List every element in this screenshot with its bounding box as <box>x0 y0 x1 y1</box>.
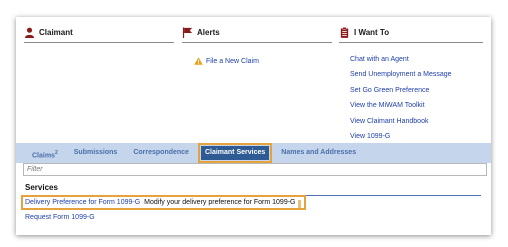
tab-names-addresses[interactable]: Names and Addresses <box>273 143 364 163</box>
person-icon <box>24 27 35 38</box>
file-new-claim-label: File a New Claim <box>206 57 259 65</box>
miwam-toolkit-link[interactable]: View the MiWAM Toolkit <box>350 101 452 116</box>
tab-bar: Claims2 Submissions Correspondence Claim… <box>16 143 491 163</box>
dashboard-card: Claimant Alerts File a New Claim I Want … <box>16 17 491 235</box>
iwant-panel-header: I Want To <box>339 25 389 39</box>
tab-claims-count: 2 <box>54 150 58 156</box>
delivery-preference-link[interactable]: Delivery Preference for Form 1099-G <box>25 199 140 206</box>
filter-input[interactable]: Filter <box>23 163 487 176</box>
tab-claims-label: Claims <box>32 152 55 160</box>
iwant-title: I Want To <box>354 27 390 37</box>
warning-icon <box>194 57 203 65</box>
clipboard-icon <box>340 26 349 38</box>
cursor-caret <box>298 200 301 208</box>
services-heading: Services <box>25 183 58 192</box>
request-1099g-link[interactable]: Request Form 1099-G <box>25 214 95 221</box>
alerts-panel-header: Alerts <box>182 25 220 39</box>
alerts-title: Alerts <box>197 27 220 37</box>
claimant-divider <box>24 42 174 43</box>
claimant-panel-header: Claimant <box>24 25 73 39</box>
chat-agent-link[interactable]: Chat with an Agent <box>350 55 452 70</box>
service-row-delivery-preference: Delivery Preference for Form 1099-G Modi… <box>21 195 306 210</box>
file-new-claim-link[interactable]: File a New Claim <box>194 57 259 65</box>
alerts-divider <box>182 42 332 43</box>
claimant-title: Claimant <box>39 27 73 37</box>
tab-correspondence[interactable]: Correspondence <box>125 143 197 163</box>
claimant-handbook-link[interactable]: View Claimant Handbook <box>350 117 452 132</box>
iwant-list: Chat with an Agent Send Unemployment a M… <box>350 55 452 147</box>
iwant-divider <box>339 42 483 43</box>
delivery-preference-description: Modify your delivery preference for Form… <box>144 199 296 206</box>
tab-submissions[interactable]: Submissions <box>66 143 126 163</box>
services-divider <box>25 195 481 196</box>
flag-icon <box>182 26 193 38</box>
tab-claimant-services[interactable]: Claimant Services <box>197 143 273 163</box>
send-message-link[interactable]: Send Unemployment a Message <box>350 70 452 85</box>
go-green-link[interactable]: Set Go Green Preference <box>350 86 452 101</box>
tab-claims[interactable]: Claims2 <box>16 143 66 163</box>
